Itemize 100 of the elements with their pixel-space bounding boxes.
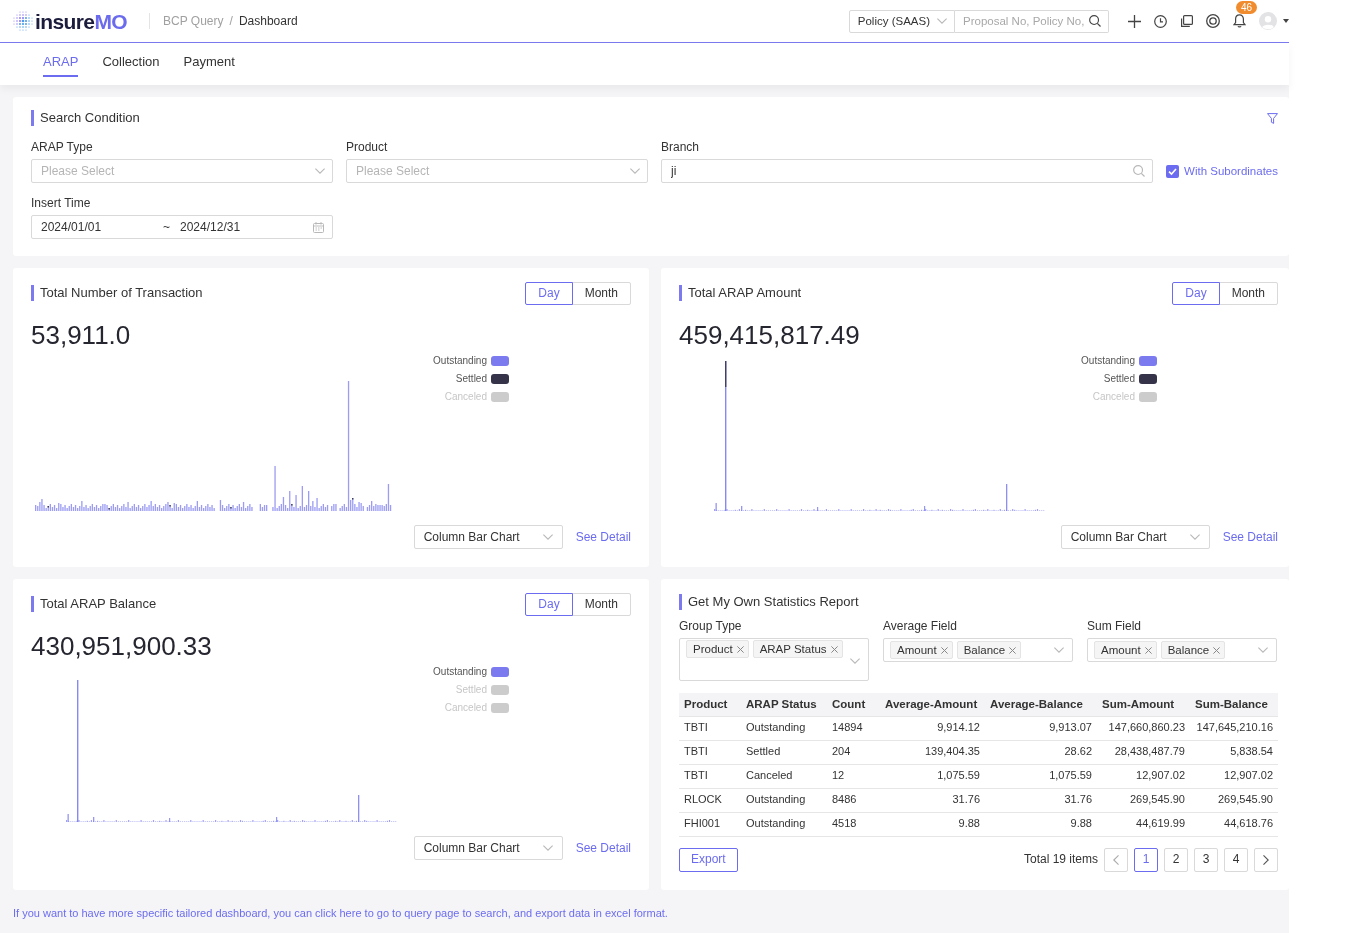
- column-header: Product: [679, 693, 741, 716]
- multi-select-field[interactable]: Amount Balance: [883, 638, 1073, 662]
- table-cell: 12: [827, 764, 880, 788]
- next-page-button[interactable]: [1254, 847, 1278, 872]
- panel-title: Total Number of Transaction: [31, 285, 203, 301]
- date-range-field[interactable]: 2024/01/01 ~ 2024/12/31: [31, 215, 333, 239]
- table-cell: 8486: [827, 788, 880, 812]
- table-cell: Outstanding: [741, 812, 827, 836]
- chart-type-select[interactable]: Column Bar Chart: [413, 836, 563, 860]
- table-cell: 12,907.02: [1097, 764, 1190, 788]
- chevron-down-icon: [1189, 534, 1200, 540]
- legend-swatch-icon[interactable]: [491, 356, 509, 366]
- multi-select-field[interactable]: Product ARAP Status: [679, 638, 869, 681]
- panel-title: Search Condition: [31, 110, 140, 126]
- export-button[interactable]: Export: [679, 847, 738, 872]
- legend-swatch-icon[interactable]: [1139, 392, 1157, 402]
- see-detail-link[interactable]: See Detail: [575, 839, 631, 857]
- legend-label[interactable]: Settled: [1103, 372, 1135, 386]
- search-icon: [1089, 15, 1101, 27]
- page-button[interactable]: 4: [1224, 847, 1248, 872]
- copy-icon[interactable]: [1180, 14, 1193, 28]
- panel-title: Total ARAP Balance: [31, 596, 157, 612]
- select-field[interactable]: Please Select: [346, 159, 648, 183]
- table-cell: 28.62: [985, 740, 1097, 764]
- close-icon[interactable]: [1144, 646, 1152, 654]
- page-button[interactable]: 2: [1164, 847, 1188, 872]
- search-field[interactable]: Proposal No, Policy No,: [955, 9, 1109, 33]
- tab[interactable]: Collection: [102, 43, 160, 77]
- chevron-down-icon: [315, 168, 325, 174]
- field-label: Product: [346, 139, 389, 155]
- table-cell: Settled: [741, 740, 827, 764]
- tab[interactable]: Payment: [183, 43, 235, 77]
- checkbox[interactable]: [1166, 164, 1180, 178]
- close-icon[interactable]: [1009, 646, 1017, 654]
- table-cell: 9,914.12: [880, 716, 985, 740]
- date-input[interactable]: 2024/01/01: [41, 218, 103, 236]
- legend-swatch-icon[interactable]: [491, 685, 509, 695]
- select-field[interactable]: Please Select: [31, 159, 333, 183]
- search-field[interactable]: ji: [661, 159, 1154, 183]
- chevron-right-icon: [1263, 854, 1269, 865]
- legend-swatch-icon[interactable]: [491, 703, 509, 713]
- chart-type-select[interactable]: Column Bar Chart: [1060, 525, 1210, 549]
- table-cell: 139,404.35: [880, 740, 985, 764]
- total-value: 53,911.0: [31, 319, 132, 352]
- chart-type-select[interactable]: Column Bar Chart: [413, 525, 563, 549]
- legend-swatch-icon[interactable]: [491, 392, 509, 402]
- field-label: ARAP Type: [31, 139, 94, 155]
- legend-label[interactable]: Outstanding: [433, 665, 487, 679]
- page-button[interactable]: 1: [1134, 847, 1158, 872]
- chevron-down-icon: [542, 845, 553, 851]
- table-cell: 31.76: [880, 788, 985, 812]
- date-input[interactable]: 2024/12/31: [180, 218, 242, 236]
- tab[interactable]: ARAP: [43, 43, 79, 77]
- plus-icon[interactable]: [1128, 14, 1141, 28]
- legend-swatch-icon[interactable]: [1139, 374, 1157, 384]
- table-cell: 1,075.59: [985, 764, 1097, 788]
- query-page-link[interactable]: If you want to have more specific tailored dashboard, you can click here to go to query page to search, and export data in excel format.: [13, 904, 668, 921]
- legend-swatch-icon[interactable]: [491, 667, 509, 677]
- chevron-left-icon: [1113, 854, 1119, 865]
- multi-select-field[interactable]: Amount Balance: [1087, 638, 1277, 662]
- target-icon[interactable]: [1206, 14, 1220, 28]
- period-toggle[interactable]: Month: [571, 281, 631, 305]
- chevron-down-icon: [1258, 647, 1268, 653]
- tag-label: Amount: [1101, 643, 1141, 658]
- close-icon[interactable]: [736, 645, 744, 653]
- legend-swatch-icon[interactable]: [1139, 356, 1157, 366]
- legend-label[interactable]: Settled: [455, 372, 487, 386]
- bell-icon[interactable]: [1233, 14, 1246, 28]
- see-detail-link[interactable]: See Detail: [1222, 528, 1278, 546]
- table-cell: 31.76: [985, 788, 1097, 812]
- caret-down-icon[interactable]: [1283, 19, 1289, 23]
- clock-icon[interactable]: [1154, 14, 1167, 28]
- period-toggle[interactable]: Day: [525, 592, 573, 616]
- scope-select[interactable]: Policy (SAAS): [848, 9, 955, 33]
- filter-icon[interactable]: [1267, 112, 1278, 124]
- with-subordinates-checkbox[interactable]: With Subordinates: [1166, 159, 1278, 183]
- legend-label[interactable]: Outstanding: [1081, 354, 1135, 368]
- legend-swatch-icon[interactable]: [491, 374, 509, 384]
- legend-label[interactable]: Outstanding: [433, 354, 487, 368]
- page-button[interactable]: 3: [1194, 847, 1218, 872]
- panel-title: Total ARAP Amount: [679, 285, 802, 301]
- column-header: Average-Balance: [985, 693, 1097, 716]
- table-cell: TBTI: [679, 740, 741, 764]
- table-cell: 1,075.59: [880, 764, 985, 788]
- period-toggle[interactable]: Month: [1218, 281, 1278, 305]
- close-icon[interactable]: [940, 646, 948, 654]
- table-cell: 9,913.07: [985, 716, 1097, 740]
- search-icon: [1133, 165, 1146, 177]
- period-toggle[interactable]: Day: [525, 281, 573, 305]
- chevron-down-icon: [630, 168, 640, 174]
- table-cell: FHI001: [679, 812, 741, 836]
- close-icon[interactable]: [1213, 646, 1221, 654]
- notification-badge: 46: [1236, 1, 1258, 14]
- close-icon[interactable]: [830, 645, 838, 653]
- range-separator: ~: [163, 218, 170, 236]
- table-cell: 269,545.90: [1190, 788, 1278, 812]
- period-toggle[interactable]: Day: [1172, 281, 1220, 305]
- period-toggle[interactable]: Month: [571, 592, 631, 616]
- column-header: Average-Amount: [880, 693, 985, 716]
- see-detail-link[interactable]: See Detail: [575, 528, 631, 546]
